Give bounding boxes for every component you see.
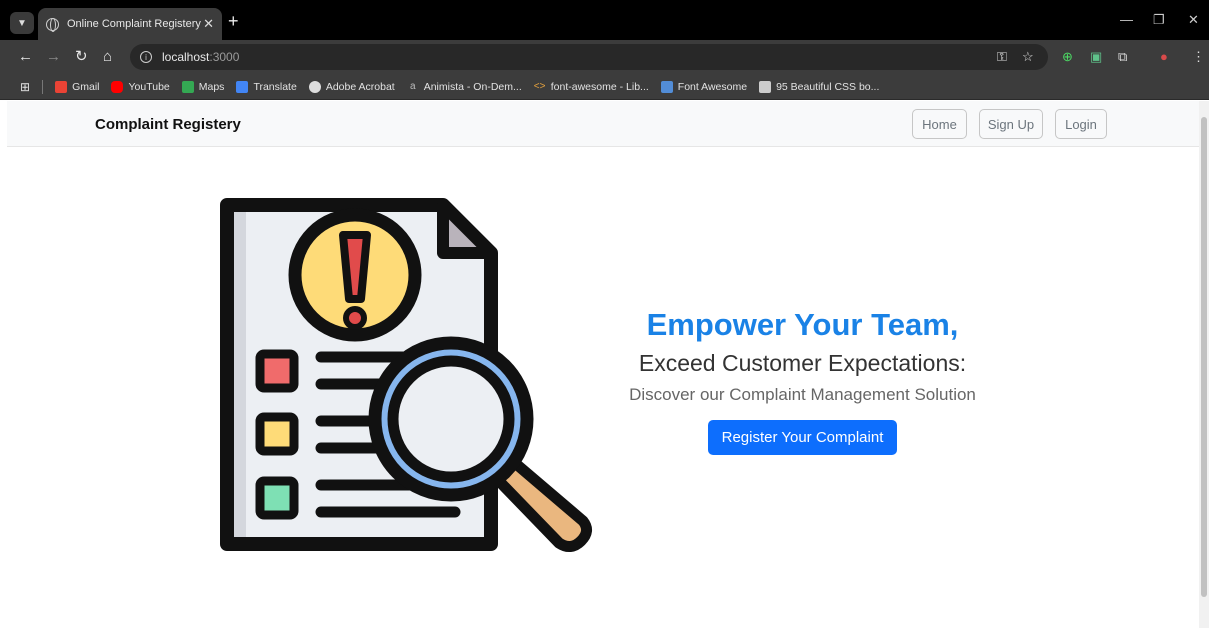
hero-headline: Empower Your Team,: [646, 307, 959, 342]
document-shadow: [234, 212, 246, 537]
bookmark-label: Adobe Acrobat: [325, 80, 395, 93]
bookmark-font-awesome-lib[interactable]: <> font-awesome - Lib...: [534, 81, 649, 93]
bookmark-label: Gmail: [72, 80, 100, 93]
tab-title: Online Complaint Registery: [67, 18, 201, 30]
bookmark-translate[interactable]: Translate: [236, 80, 297, 93]
restore-icon[interactable]: ❐: [1153, 12, 1165, 28]
site-info-icon[interactable]: i: [140, 51, 152, 63]
browser-toolbar: ← → ↻ ⌂ i localhost:3000 ⚿ ☆ ⊕ ▣ ⧉ ● ⋮: [0, 40, 1209, 74]
bookmark-adobe-acrobat[interactable]: Adobe Acrobat: [308, 80, 395, 93]
translate-icon: [236, 80, 249, 93]
window-close-icon[interactable]: ✕: [1188, 12, 1199, 28]
bookmark-label: 95 Beautiful CSS bo...: [776, 80, 880, 93]
document-fold: [437, 199, 497, 259]
hero-tagline: Discover our Complaint Management Soluti…: [629, 385, 976, 404]
yellow-checkbox: [255, 412, 299, 456]
youtube-icon: [111, 80, 124, 93]
page-icon: [759, 80, 772, 93]
register-complaint-button[interactable]: Register Your Complaint: [707, 420, 898, 455]
tab-search-button[interactable]: ▼: [10, 12, 34, 34]
red-checkbox: [255, 349, 299, 393]
hero-section: Empower Your Team, Exceed Customer Expec…: [600, 306, 1005, 455]
globe-icon: [46, 17, 59, 32]
minimize-icon[interactable]: —: [1120, 12, 1133, 27]
close-tab-icon[interactable]: ✕: [203, 16, 214, 32]
new-tab-button[interactable]: +: [228, 12, 239, 30]
bookmark-gmail[interactable]: Gmail: [55, 80, 100, 93]
bookmark-label: font-awesome - Lib...: [550, 80, 649, 93]
bookmark-label: Font Awesome: [677, 80, 748, 93]
magnifier-handle: [492, 457, 592, 552]
password-key-icon[interactable]: ⚿: [997, 49, 1007, 65]
animista-icon: a: [409, 80, 416, 92]
bookmark-css-borders[interactable]: 95 Beautiful CSS bo...: [759, 80, 880, 93]
forward-icon[interactable]: →: [46, 48, 61, 66]
bookmark-youtube[interactable]: YouTube: [111, 80, 170, 93]
nav-home-button[interactable]: Home: [912, 109, 967, 139]
apps-grid-icon[interactable]: ⊞: [20, 80, 30, 94]
maps-icon: [181, 80, 194, 93]
url-port: :3000: [209, 50, 240, 64]
nav-login-button[interactable]: Login: [1055, 109, 1107, 139]
bookmark-label: YouTube: [128, 80, 170, 93]
home-icon[interactable]: ⌂: [103, 48, 112, 66]
bookmark-label: Translate: [253, 80, 297, 93]
bookmark-label: Maps: [198, 80, 225, 93]
extensions-puzzle-icon[interactable]: ⧉: [1118, 49, 1127, 65]
globe-icon: [308, 80, 321, 93]
bookmarks-divider: [42, 79, 44, 94]
browser-menu-icon[interactable]: ⋮: [1192, 49, 1205, 65]
exclamation-bar: [339, 231, 371, 303]
code-icon: <>: [533, 80, 546, 92]
site-navbar: Complaint Registery Home Sign Up Login: [7, 101, 1199, 147]
browser-tab-strip: ▼ Online Complaint Registery ✕ + — ❐ ✕: [0, 0, 1209, 40]
address-bar[interactable]: i localhost:3000: [130, 44, 1048, 70]
green-checkbox: [255, 476, 299, 520]
bookmark-animista[interactable]: a Animista - On-Dem...: [407, 81, 522, 93]
magnifier-lens: [387, 355, 515, 483]
url-host: localhost: [162, 50, 210, 64]
nav-signup-button[interactable]: Sign Up: [979, 109, 1043, 139]
hero-subheadline: Exceed Customer Expectations:: [638, 350, 967, 376]
back-icon[interactable]: ←: [18, 48, 33, 66]
bookmarks-bar: ⊞ Gmail YouTube Maps Translate Adobe Acr…: [0, 74, 1209, 100]
gmail-icon: [55, 80, 68, 93]
extension-sheet-icon[interactable]: ▣: [1090, 49, 1102, 65]
complaint-illustration: [220, 198, 592, 552]
bookmark-maps[interactable]: Maps: [181, 80, 225, 93]
flag-icon: [660, 80, 673, 93]
bookmark-font-awesome[interactable]: Font Awesome: [660, 80, 748, 93]
exclamation-dot: [343, 306, 367, 330]
page-viewport: Complaint Registery Home Sign Up Login E…: [0, 101, 1209, 628]
extension-green-icon[interactable]: ⊕: [1062, 49, 1073, 65]
bookmark-label: Animista - On-Dem...: [423, 80, 522, 93]
browser-tab[interactable]: Online Complaint Registery ✕: [38, 8, 222, 40]
brand-title[interactable]: Complaint Registery: [95, 116, 241, 133]
reload-icon[interactable]: ↻: [75, 48, 88, 66]
scrollbar-thumb[interactable]: [1201, 117, 1207, 597]
profile-avatar-icon[interactable]: ●: [1160, 49, 1168, 65]
bookmark-star-icon[interactable]: ☆: [1022, 49, 1034, 65]
